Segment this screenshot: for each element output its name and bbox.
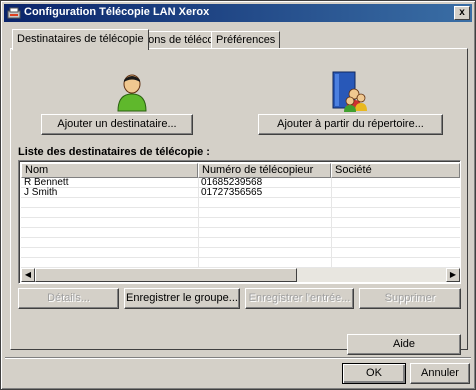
title-bar[interactable]: Configuration Télécopie LAN Xerox x bbox=[4, 4, 472, 22]
tab-destinataires[interactable]: Destinataires de télécopie bbox=[12, 29, 149, 50]
window-title: Configuration Télécopie LAN Xerox bbox=[24, 6, 210, 18]
column-header-name[interactable]: Nom bbox=[21, 163, 198, 178]
recipient-list-title: Liste des destinataires de télécopie : bbox=[18, 146, 210, 158]
xerox-app-icon bbox=[7, 6, 21, 20]
button-label: Ajouter un destinataire... bbox=[57, 118, 177, 130]
ok-button[interactable]: OK bbox=[342, 363, 406, 384]
save-group-button[interactable]: Enregistrer le groupe... bbox=[124, 288, 240, 309]
button-label: Détails... bbox=[47, 292, 90, 304]
table-row-empty bbox=[21, 258, 460, 268]
tab-label: Destinataires de télécopie bbox=[17, 33, 144, 45]
close-icon: x bbox=[459, 7, 465, 18]
scroll-left-arrow-icon[interactable]: ◀ bbox=[21, 268, 35, 282]
details-button[interactable]: Détails... bbox=[18, 288, 119, 309]
table-row-empty bbox=[21, 228, 460, 238]
close-button[interactable]: x bbox=[454, 6, 470, 20]
table-row-empty bbox=[21, 218, 460, 228]
person-icon bbox=[115, 72, 149, 112]
table-row-empty bbox=[21, 238, 460, 248]
tab-preferences[interactable]: Préférences bbox=[211, 31, 281, 49]
column-header-company[interactable]: Société bbox=[331, 163, 460, 178]
table-row-empty bbox=[21, 198, 460, 208]
button-label: Ajouter à partir du répertoire... bbox=[277, 118, 424, 130]
list-header: Nom Numéro de télécopieur Société bbox=[21, 163, 460, 178]
help-button[interactable]: Aide bbox=[347, 334, 461, 355]
address-book-icon bbox=[330, 70, 368, 112]
save-entry-button[interactable]: Enregistrer l'entrée... bbox=[245, 288, 354, 309]
button-label: Aide bbox=[392, 338, 416, 350]
tab-label: Préférences bbox=[216, 34, 276, 46]
add-from-directory-button[interactable]: Ajouter à partir du répertoire... bbox=[258, 114, 443, 135]
recipient-list[interactable]: Nom Numéro de télécopieur Société R Benn… bbox=[18, 160, 461, 284]
button-label: Enregistrer le groupe... bbox=[126, 292, 238, 304]
scroll-right-arrow-icon[interactable]: ▶ bbox=[446, 268, 460, 282]
cancel-button[interactable]: Annuler bbox=[410, 363, 470, 384]
button-label: OK bbox=[366, 367, 382, 379]
footer-separator bbox=[5, 357, 471, 359]
table-row-empty bbox=[21, 248, 460, 258]
cell-name: J Smith bbox=[24, 187, 58, 198]
button-label: Supprimer bbox=[384, 292, 436, 304]
add-recipient-button[interactable]: Ajouter un destinataire... bbox=[41, 114, 193, 135]
button-label: Enregistrer l'entrée... bbox=[248, 292, 351, 304]
list-rows: R Bennett 01685239568 J Smith 0172735656… bbox=[21, 177, 460, 268]
table-row[interactable]: J Smith 01727356565 bbox=[21, 187, 460, 198]
delete-button[interactable]: Supprimer bbox=[359, 288, 461, 309]
column-header-fax[interactable]: Numéro de télécopieur bbox=[198, 163, 331, 178]
scrollbar-thumb[interactable] bbox=[35, 268, 297, 282]
cell-fax: 01727356565 bbox=[201, 187, 263, 198]
button-label: Annuler bbox=[421, 367, 459, 379]
horizontal-scrollbar[interactable]: ◀ ▶ bbox=[21, 268, 460, 282]
fax-config-window: Configuration Télécopie LAN Xerox x Dest… bbox=[0, 0, 476, 390]
table-row-empty bbox=[21, 208, 460, 218]
